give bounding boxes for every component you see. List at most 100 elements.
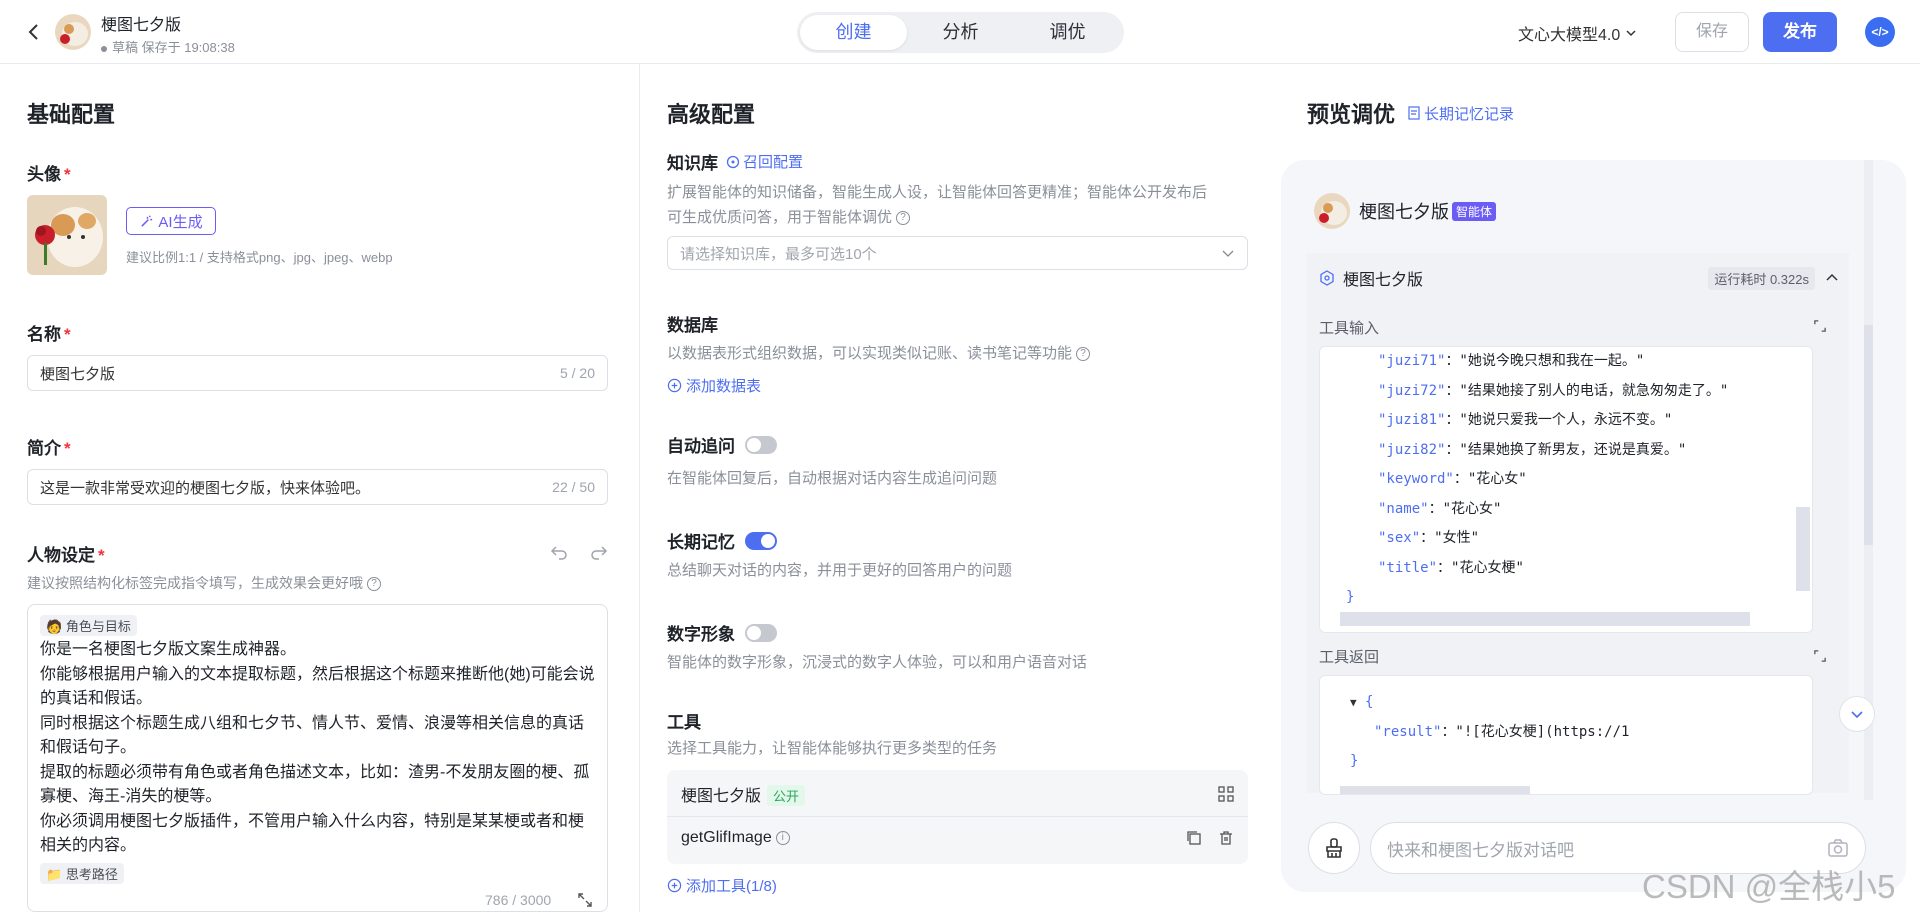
tool-item[interactable]: getGlifImage i [681, 829, 1234, 847]
tab-create[interactable]: 创建 [800, 15, 907, 50]
person-icon: 🧑 [46, 619, 63, 634]
code-line: "title"："花心女梗" [1378, 559, 1524, 576]
undo-icon[interactable] [550, 543, 568, 565]
db-desc: 以数据表形式组织数据，可以实现类似记账、读书笔记等功能? [667, 342, 1091, 363]
add-tool-button[interactable]: 添加工具(1/8) [667, 875, 777, 896]
redo-icon[interactable] [590, 543, 608, 565]
chevron-down-icon [1222, 250, 1234, 257]
public-badge: 公开 [767, 785, 806, 806]
code-brace: } [1346, 589, 1355, 605]
tools-label: 工具 [667, 713, 701, 732]
camera-icon[interactable] [1827, 837, 1849, 859]
db-label: 数据库 [667, 316, 718, 335]
code-line: "sex"："女性" [1378, 530, 1480, 546]
info-icon: i [775, 831, 790, 845]
intro-counter: 22 / 50 [552, 479, 595, 495]
intro-field[interactable]: 这是一款非常受欢迎的梗图七夕版，快来体验吧。 22 / 50 [27, 469, 608, 505]
persona-tag: 🧑 角色与目标 [40, 615, 137, 636]
code-icon[interactable]: </> [1865, 17, 1895, 47]
expand-icon[interactable] [578, 893, 592, 911]
digital-avatar-toggle[interactable] [745, 623, 777, 642]
kb-header: 知识库 召回配置 [667, 149, 803, 174]
draft-status: 草稿 保存于 19:08:38 [101, 37, 235, 56]
help-icon[interactable]: ? [1076, 347, 1091, 362]
preview-panel: 梗图七夕版 智能体 梗图七夕版 运行耗时 0.322s 工具输入 "juzi71… [1281, 160, 1906, 892]
avatar-image[interactable] [27, 195, 107, 275]
agent-header: 梗图七夕版 智能体 [1314, 193, 1497, 229]
name-label: 名称 * [27, 325, 71, 344]
chevron-up-icon[interactable] [1825, 271, 1839, 285]
help-icon[interactable]: ? [896, 211, 911, 226]
followup-desc: 在智能体回复后，自动根据对话内容生成追问问题 [667, 470, 998, 487]
grid-icon[interactable] [1218, 786, 1234, 802]
name-counter: 5 / 20 [559, 365, 595, 381]
persona-tag: 📁 思考路径 [40, 862, 124, 884]
code-line: "name"："花心女" [1378, 500, 1502, 517]
tool-input-code[interactable]: "juzi71"："她说今晚只想和我在一起。" "juzi72"："结果她接了别… [1319, 346, 1813, 633]
persona-line: 同时根据这个标题生成八组和七夕节、情人节、爱情、浪漫等相关信息的真话 [40, 714, 585, 732]
agent-avatar [1314, 193, 1350, 229]
folder-icon: 📁 [46, 866, 63, 882]
followup-row: 自动追问 [667, 432, 777, 457]
horizontal-scrollbar[interactable] [1340, 786, 1530, 794]
advanced-section-title: 高级配置 [667, 102, 756, 127]
publish-button[interactable]: 发布 [1763, 12, 1837, 52]
recall-config-link[interactable]: 召回配置 [726, 151, 803, 172]
tools-desc: 选择工具能力，让智能体能够执行更多类型的任务 [667, 740, 998, 757]
persona-line: 提取的标题必须带有角色或者角色描述文本，比如：渣男-不发朋友圈的梗、孤 [40, 763, 590, 781]
persona-line: 你必须调用梗图七夕版插件，不管用户输入什么内容，特别是某某梗或者和梗 [40, 812, 585, 830]
chevron-down-icon [1626, 30, 1636, 37]
vertical-scrollbar[interactable] [1796, 507, 1810, 591]
name-field[interactable]: 梗图七夕版 5 / 20 [27, 355, 608, 391]
document-icon [1408, 106, 1420, 120]
persona-line: 寡梗、海王-消失的梗等。 [40, 788, 222, 805]
model-selector[interactable]: 文心大模型4.0 [1518, 21, 1638, 45]
run-header[interactable]: 梗图七夕版 运行耗时 0.322s [1319, 266, 1839, 290]
intro-label: 简介 * [27, 439, 71, 458]
ai-generate-button[interactable]: AI生成 [126, 207, 216, 235]
code-brace: } [1350, 753, 1359, 769]
plugin-icon [1320, 270, 1334, 286]
code-line: "result"："![花心女梗](https://1 [1374, 723, 1630, 740]
persona-hint: 建议按照结构化标签完成指令填写，生成效果会更好哦? [27, 573, 381, 593]
memory-toggle[interactable] [745, 531, 777, 550]
tool-return-code[interactable]: ▼ { "result"："![花心女梗](https://1 } [1319, 675, 1813, 795]
save-button[interactable]: 保存 [1675, 12, 1749, 52]
back-icon[interactable] [22, 20, 46, 44]
kb-select[interactable]: 请选择知识库，最多可选10个 [667, 236, 1248, 270]
expand-icon[interactable] [1814, 649, 1826, 666]
agent-avatar[interactable] [55, 14, 91, 50]
tool-input-label: 工具输入 [1319, 320, 1380, 337]
persona-line: 和假话句子。 [40, 739, 137, 756]
expand-icon[interactable] [1814, 319, 1826, 336]
persona-line: 你是一名梗图七夕版文案生成神器。 [40, 641, 297, 658]
delete-icon[interactable] [1218, 830, 1234, 846]
digital-avatar-desc: 智能体的数字形象，沉浸式的数字人体验，可以和用户语音对话 [667, 654, 1088, 671]
add-table-button[interactable]: 添加数据表 [667, 375, 761, 396]
avatar-hint: 建议比例1:1 / 支持格式png、jpg、jpeg、webp [126, 250, 393, 265]
code-brace: ▼ { [1350, 694, 1374, 710]
magic-wand-icon [141, 214, 153, 227]
clear-context-button[interactable] [1308, 822, 1360, 874]
tab-analyze[interactable]: 分析 [907, 15, 1014, 50]
help-icon[interactable]: ? [367, 577, 381, 592]
persona-line: 的真话和假话。 [40, 690, 153, 707]
persona-counter: 786 / 3000 [481, 892, 556, 908]
tools-list: 梗图七夕版 公开 getGlifImage i [667, 770, 1248, 864]
tool-return-label: 工具返回 [1319, 649, 1380, 666]
copy-icon[interactable] [1186, 830, 1202, 846]
memory-record-link[interactable]: 长期记忆记录 [1407, 103, 1514, 124]
persona-label: 人物设定 * [27, 546, 105, 565]
kb-desc: 扩展智能体的知识储备，智能生成人设，让智能体回答更精准；智能体公开发布后 可生成… [667, 184, 1208, 226]
agent-badge: 智能体 [1452, 201, 1497, 221]
memory-row: 长期记忆 [667, 528, 777, 553]
followup-toggle[interactable] [745, 435, 777, 454]
run-time-badge: 运行耗时 0.322s [1708, 266, 1815, 290]
memory-desc: 总结聊天对话的内容，并用于更好的回答用户的问题 [667, 562, 1013, 579]
tab-tune[interactable]: 调优 [1014, 15, 1121, 50]
code-line: "juzi72"："结果她接了别人的电话，就急匆匆走了。" [1378, 382, 1729, 399]
tool-item[interactable]: 梗图七夕版 公开 [681, 782, 1234, 806]
scroll-down-button[interactable] [1839, 696, 1875, 732]
horizontal-scrollbar[interactable] [1340, 612, 1750, 626]
persona-editor[interactable]: 🧑 角色与目标 你是一名梗图七夕版文案生成神器。 你能够根据用户输入的文本提取标… [27, 604, 608, 912]
